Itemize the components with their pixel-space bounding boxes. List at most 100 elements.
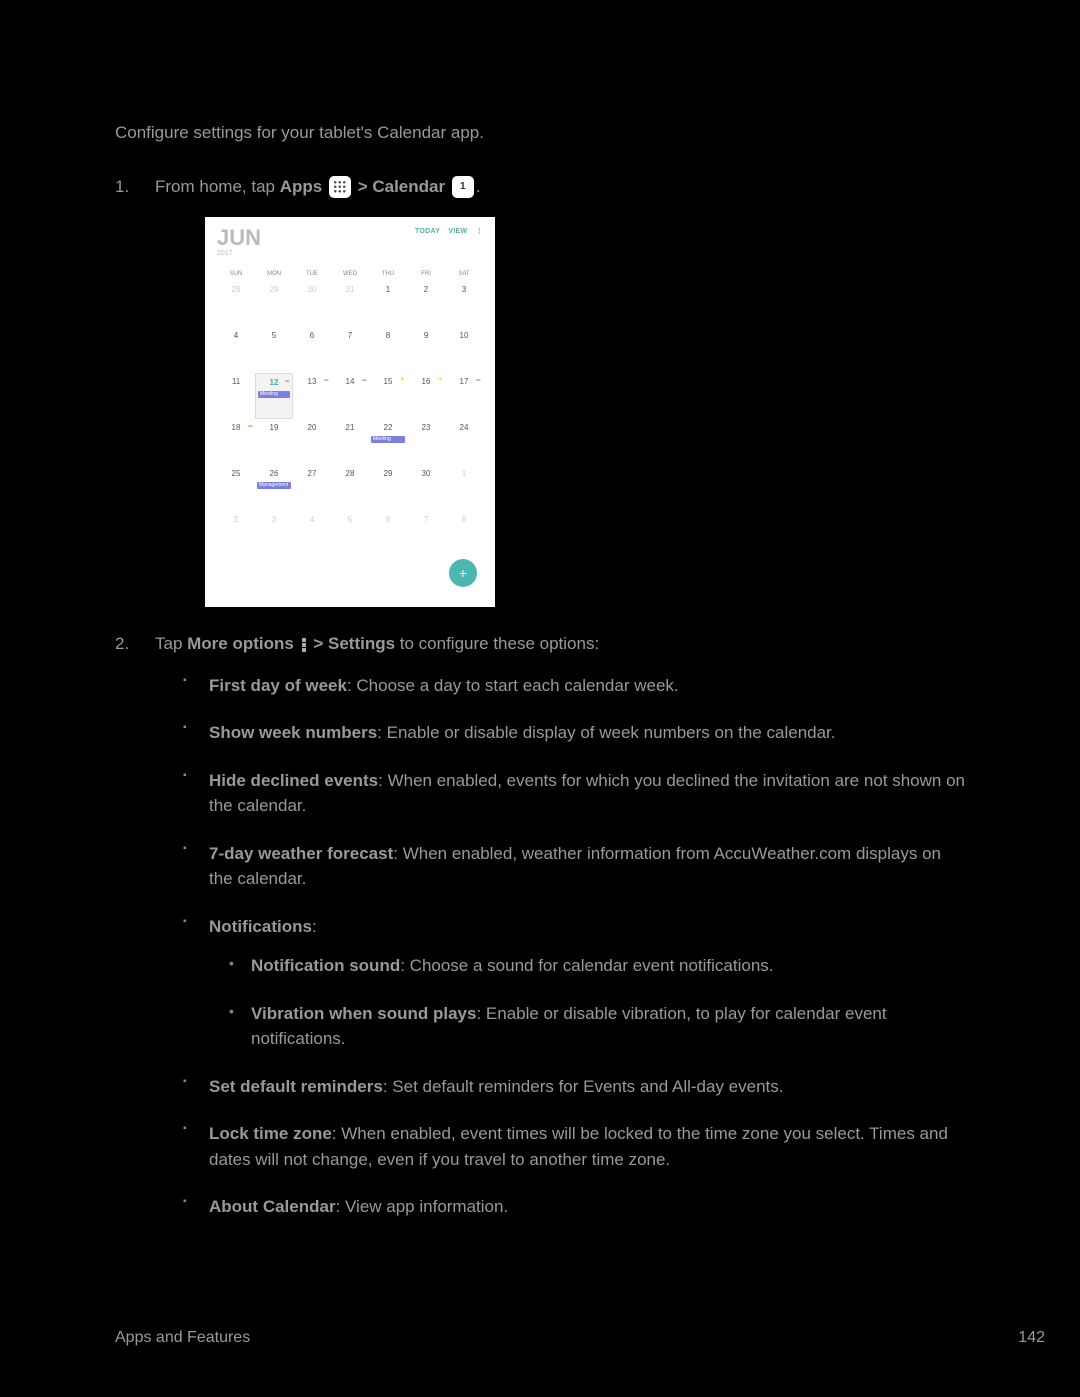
cal-today-link: TODAY (415, 228, 440, 235)
dow: SAT (445, 268, 483, 281)
calendar-screenshot: JUN 2017 TODAY VIEW ⋮ SUN MON TUE WED TH… (205, 217, 495, 607)
option-text: : (312, 917, 317, 936)
option-bold: About Calendar (209, 1197, 336, 1216)
option-sub-bold: Vibration when sound plays (251, 1004, 476, 1023)
cal-cell: 16☀ (407, 373, 445, 419)
cal-cell: 13☁ (293, 373, 331, 419)
cal-cell: 29 (255, 281, 293, 327)
dow: SUN (217, 268, 255, 281)
settings-label: Settings (328, 634, 395, 653)
step-1-text: From home, tap Apps > Calendar 1. (155, 177, 481, 196)
fab-add-icon: + (449, 559, 477, 587)
cal-cell: 5 (255, 327, 293, 373)
option-item: Show week numbers: Enable or disable dis… (183, 720, 965, 746)
cal-cell: 4 (217, 327, 255, 373)
cal-cell: 7 (331, 327, 369, 373)
dow: MON (255, 268, 293, 281)
option-item: Hide declined events: When enabled, even… (183, 768, 965, 819)
option-sub-text: : Choose a sound for calendar event noti… (400, 956, 773, 975)
cal-cell: 3 (255, 511, 293, 557)
cal-cell: 19 (255, 419, 293, 465)
option-bold: 7-day weather forecast (209, 844, 393, 863)
option-bold: Set default reminders (209, 1077, 383, 1096)
cal-month: JUN (217, 227, 261, 249)
cal-cell: 3 (445, 281, 483, 327)
cal-cell: 8 (369, 327, 407, 373)
more-options-icon (299, 637, 309, 653)
option-item: Lock time zone: When enabled, event time… (183, 1121, 965, 1172)
cal-cell-today: 12☁Meeting (255, 373, 293, 419)
step-1-sep: > (358, 177, 373, 196)
step-2-sep: > (313, 634, 328, 653)
calendar-label: Calendar (372, 177, 445, 196)
cal-top-links: TODAY VIEW ⋮ (409, 227, 483, 238)
cal-cell: 9 (407, 327, 445, 373)
cal-cell: 28 (331, 465, 369, 511)
cal-cell: 5 (331, 511, 369, 557)
cal-cell: 28 (217, 281, 255, 327)
step-1-period: . (476, 177, 481, 196)
cal-more-icon: ⋮ (476, 228, 483, 235)
cal-cell: 11 (217, 373, 255, 419)
option-bold: Lock time zone (209, 1124, 332, 1143)
footer-section: Apps and Features (115, 1329, 250, 1347)
dow: THU (369, 268, 407, 281)
step-2: 2. Tap More options > Settings to config… (115, 631, 965, 1220)
option-item: 7-day weather forecast: When enabled, we… (183, 841, 965, 892)
option-subitem: Notification sound: Choose a sound for c… (229, 953, 965, 979)
step-1: 1. From home, tap Apps > Calendar 1. JUN… (115, 174, 965, 608)
option-bold: Notifications (209, 917, 312, 936)
step-2-suffix: to configure these options: (395, 634, 599, 653)
cal-cell: 1 (369, 281, 407, 327)
option-bold: Show week numbers (209, 723, 377, 742)
option-sublist: Notification sound: Choose a sound for c… (229, 953, 965, 1052)
option-subitem: Vibration when sound plays: Enable or di… (229, 1001, 965, 1052)
option-item: About Calendar: View app information. (183, 1194, 965, 1220)
option-text: : Enable or disable display of week numb… (377, 723, 835, 742)
cal-cell: 10 (445, 327, 483, 373)
cal-view-link: VIEW (448, 228, 467, 235)
cal-cell: 8 (445, 511, 483, 557)
option-text: : Set default reminders for Events and A… (383, 1077, 784, 1096)
option-item: First day of week: Choose a day to start… (183, 673, 965, 699)
cal-cell: 25 (217, 465, 255, 511)
cal-cell: 27 (293, 465, 331, 511)
cal-cell: 23 (407, 419, 445, 465)
dow: TUE (293, 268, 331, 281)
cal-cell: 1 (445, 465, 483, 511)
cal-cell: 2 (217, 511, 255, 557)
cal-cell: 17☁ (445, 373, 483, 419)
cal-year: 2017 (217, 249, 261, 260)
dow: WED (331, 268, 369, 281)
apps-icon (329, 176, 351, 198)
cal-cell: 31 (331, 281, 369, 327)
step-1-number: 1. (115, 174, 129, 200)
apps-label: Apps (280, 177, 323, 196)
cal-cell: 15☀ (369, 373, 407, 419)
cal-cell: 29 (369, 465, 407, 511)
cal-cell: 30 (293, 281, 331, 327)
cal-cell: 20 (293, 419, 331, 465)
cal-cell: 14☁ (331, 373, 369, 419)
calendar-icon: 1 (452, 176, 474, 198)
cal-cell: 7 (407, 511, 445, 557)
step-2-text: Tap More options > Settings to configure… (155, 634, 599, 653)
options-list: First day of week: Choose a day to start… (183, 673, 965, 1220)
option-text: : View app information. (336, 1197, 509, 1216)
step-2-prefix: Tap (155, 634, 187, 653)
cal-cell: 4 (293, 511, 331, 557)
footer-page: 142 (1018, 1329, 1045, 1347)
cal-cell: 6 (293, 327, 331, 373)
option-item: Set default reminders: Set default remin… (183, 1074, 965, 1100)
cal-cell: 6 (369, 511, 407, 557)
step-1-prefix: From home, tap (155, 177, 280, 196)
cal-cell: 22Meeting (369, 419, 407, 465)
option-item: Notifications: Notification sound: Choose… (183, 914, 965, 1052)
cal-cell: 26Management (255, 465, 293, 511)
more-options-label: More options (187, 634, 294, 653)
option-bold: First day of week (209, 676, 347, 695)
option-text: : Choose a day to start each calendar we… (347, 676, 679, 695)
step-2-number: 2. (115, 631, 129, 657)
option-sub-bold: Notification sound (251, 956, 400, 975)
cal-cell: 24 (445, 419, 483, 465)
